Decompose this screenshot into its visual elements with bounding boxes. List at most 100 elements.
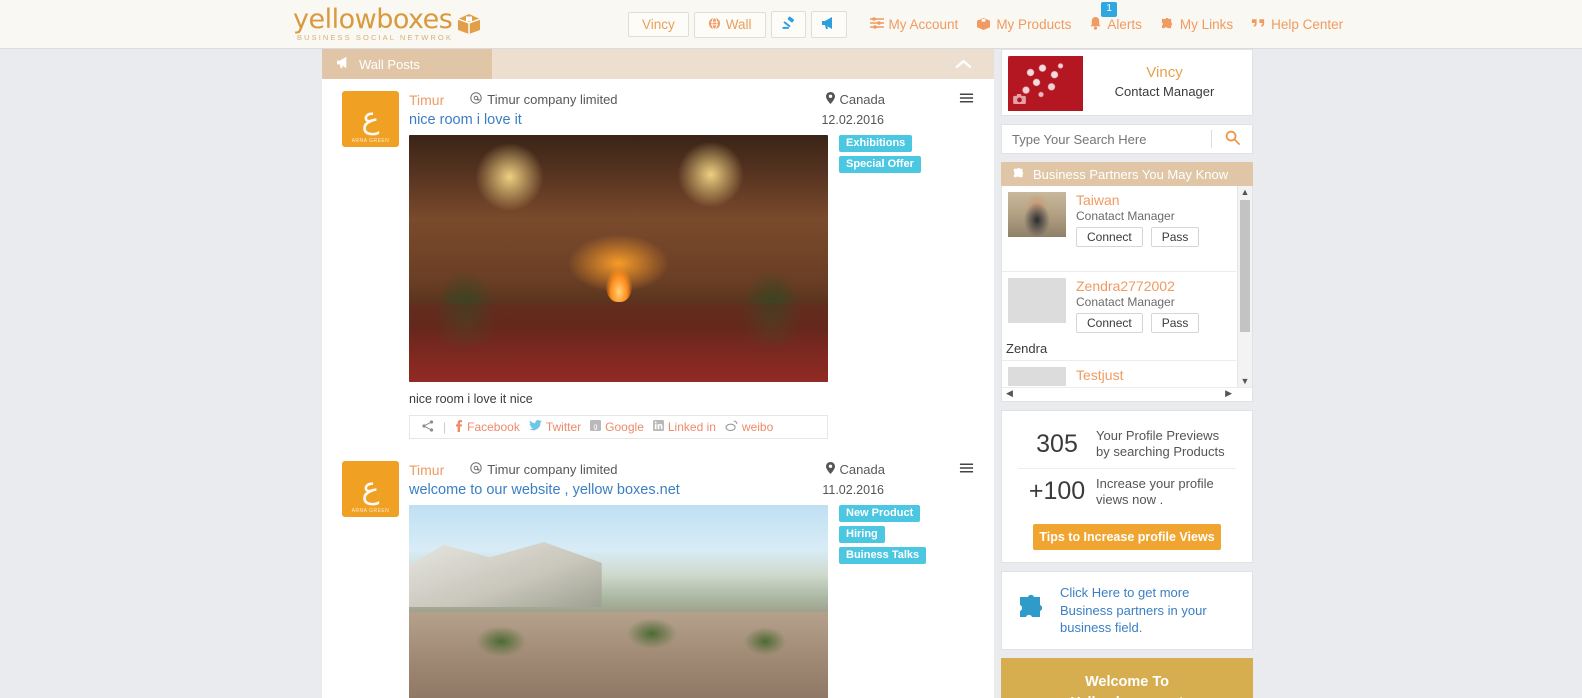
nav-alerts[interactable]: 1 Alerts <box>1089 2 1142 33</box>
camera-icon[interactable] <box>1013 94 1026 107</box>
search-icon[interactable] <box>1212 130 1252 149</box>
post-tag[interactable]: New Product <box>839 505 921 522</box>
globe-icon <box>708 16 721 33</box>
triangle-right-icon[interactable]: ▶ <box>1225 388 1232 399</box>
post-tag[interactable]: Special Offer <box>839 156 921 173</box>
welcome-line1: Welcome To <box>1084 673 1170 690</box>
partner-photo[interactable] <box>1008 192 1066 237</box>
welcome-line2: Yellowboxes.net <box>1001 693 1253 698</box>
partner-actions: Connect Pass <box>1076 227 1200 247</box>
post-tag[interactable]: Exhibitions <box>839 135 913 152</box>
wall-post: ع ARNA GREEN Timur Timur company limited <box>322 79 994 439</box>
pass-button[interactable]: Pass <box>1150 227 1200 247</box>
share-linkedin[interactable]: Linked in <box>652 420 716 434</box>
partner-extra: Zendra <box>1006 341 1048 356</box>
partner-row: Zendra2772002 Conatact Manager Connect P… <box>1002 272 1236 339</box>
partner-role: Conatact Manager <box>1076 295 1175 309</box>
pin-icon <box>826 462 836 477</box>
at-icon <box>470 462 482 477</box>
post-title[interactable]: welcome to our website , yellow boxes.ne… <box>409 482 680 498</box>
post-photo[interactable] <box>409 505 828 698</box>
scrollbar-thumb[interactable] <box>1240 200 1250 332</box>
weibo-icon <box>725 420 738 434</box>
wall-pill[interactable]: Wall <box>693 11 766 38</box>
box-icon <box>976 17 991 33</box>
partners-vertical-scrollbar[interactable]: ▲ ▼ <box>1237 186 1252 387</box>
share-weibo[interactable]: weibo <box>725 420 773 434</box>
connect-button[interactable]: Connect <box>1076 313 1143 333</box>
partner-name[interactable]: Testjust <box>1076 367 1199 383</box>
wall-posts-title: Wall Posts <box>359 56 420 72</box>
quote-icon <box>1251 17 1266 32</box>
business-partners-cta[interactable]: Click Here to get more Business partners… <box>1001 571 1253 650</box>
share-nodes-icon[interactable] <box>422 419 434 435</box>
hamburger-icon[interactable] <box>959 91 974 108</box>
post-photo[interactable] <box>409 135 828 382</box>
share-weibo-label: weibo <box>741 420 774 434</box>
nav-my-links[interactable]: My Links <box>1160 17 1233 33</box>
tips-button[interactable]: Tips to Increase profile Views <box>1033 524 1221 550</box>
left-gutter <box>0 49 322 698</box>
share-facebook-label: Facebook <box>467 420 520 434</box>
partner-photo[interactable] <box>1008 367 1066 386</box>
avatar[interactable]: ع ARNA GREEN <box>342 461 399 517</box>
cta-text[interactable]: Click Here to get more Business partners… <box>1060 584 1238 637</box>
profile-card: Vincy Contact Manager <box>1001 49 1253 116</box>
partner-name[interactable]: Zendra2772002 <box>1076 278 1199 294</box>
gavel-pill[interactable] <box>770 11 806 38</box>
profile-name[interactable]: Vincy <box>1083 64 1246 81</box>
profile-meta: Vincy Contact Manager <box>1083 56 1246 109</box>
chevron-up-icon[interactable] <box>955 56 972 73</box>
partners-horizontal-scrollbar[interactable]: ◀ ▶ <box>1002 387 1252 401</box>
partner-name[interactable]: Taiwan <box>1076 192 1199 208</box>
triangle-down-icon[interactable]: ▼ <box>1238 376 1252 386</box>
profile-photo[interactable] <box>1008 56 1083 111</box>
wall-post-titlebar: nice room i love it 12.02.2016 <box>409 112 974 128</box>
puzzle-icon <box>1016 593 1048 627</box>
puzzle-icon <box>1012 167 1026 182</box>
triangle-up-icon[interactable]: ▲ <box>1238 186 1252 197</box>
wall-posts-header: Wall Posts <box>322 49 994 79</box>
triangle-left-icon[interactable]: ◀ <box>1006 388 1013 399</box>
nav-my-links-label: My Links <box>1179 17 1234 32</box>
plant-left <box>434 269 497 348</box>
nav-my-products[interactable]: My Products <box>976 17 1071 33</box>
avatar[interactable]: ع ARNA GREEN <box>342 91 399 147</box>
partner-photo[interactable] <box>1008 278 1066 323</box>
site-logo[interactable]: yellowboxes BUSINESS SOCIAL NETWROK <box>293 6 482 42</box>
stat-row: +100 Increase your profile views now . <box>1018 467 1236 516</box>
list-item: Testjust Conatact Manager Connect Pass <box>1002 360 1236 386</box>
post-tag[interactable]: Hiring <box>839 526 885 543</box>
wall-post: ع ARNA GREEN Timur Timur company limited <box>322 439 994 698</box>
share-twitter[interactable]: Twitter <box>528 420 581 434</box>
post-tag[interactable]: Buiness Talks <box>839 547 927 564</box>
megaphone-icon <box>336 56 351 72</box>
user-pill-label: Vincy <box>642 17 675 32</box>
user-pill[interactable]: Vincy <box>628 12 689 37</box>
post-company: Timur company limited <box>470 462 618 477</box>
wall-posts-title-block: Wall Posts <box>322 49 492 79</box>
announce-pill[interactable] <box>810 11 847 38</box>
connect-button[interactable]: Connect <box>1076 227 1143 247</box>
pass-button[interactable]: Pass <box>1150 313 1200 333</box>
twitter-icon <box>528 420 542 434</box>
nav-help-center[interactable]: Help Center <box>1251 17 1343 32</box>
stat-row: 305 Your Profile Previews by searching P… <box>1018 421 1236 468</box>
stat-number: +100 <box>1028 477 1086 506</box>
post-title[interactable]: nice room i love it <box>409 112 522 128</box>
logo-tagline: BUSINESS SOCIAL NETWROK <box>297 33 453 42</box>
search-input[interactable] <box>1002 131 1211 147</box>
share-google[interactable]: g Google <box>590 420 644 434</box>
bell-icon <box>1089 16 1102 33</box>
wall-column: Wall Posts ع ARNA GREEN Timur Timur comp… <box>322 49 994 698</box>
post-author[interactable]: Timur <box>409 462 444 478</box>
post-date: 12.02.2016 <box>821 113 884 127</box>
hamburger-icon[interactable] <box>959 461 974 478</box>
puzzle-icon <box>1160 17 1175 33</box>
post-author[interactable]: Timur <box>409 92 444 108</box>
share-facebook[interactable]: Facebook <box>455 419 520 435</box>
share-divider: | <box>443 420 447 434</box>
nav-my-account[interactable]: My Account <box>869 17 958 32</box>
wall-post-meta: Timur Timur company limited Canada <box>409 461 974 478</box>
alerts-badge: 1 <box>1101 2 1117 17</box>
